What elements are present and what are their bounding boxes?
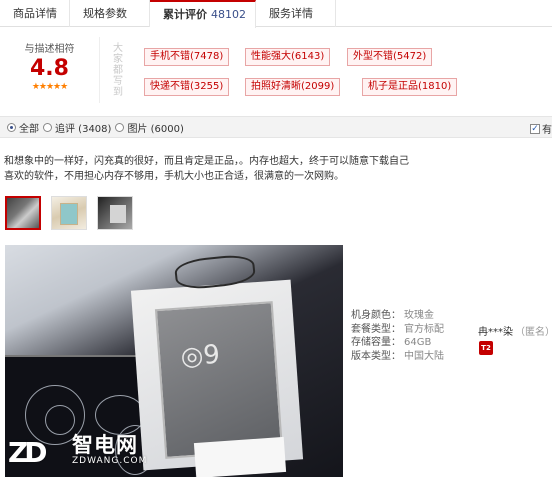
review-tag[interactable]: 拍照好清晰(2099): [245, 78, 341, 96]
star-rating-icon: ★★★★★: [31, 82, 68, 92]
sku-key: 存储容量：: [351, 337, 401, 348]
sku-key: 套餐类型：: [351, 323, 401, 335]
sku-key: 版本类型：: [351, 350, 401, 362]
review-content: 和想象中的一样好，闪充真的很好，而且肯定是正品，。内存也超大，终于可以随意下载自…: [4, 154, 544, 184]
tab-reviews[interactable]: 累计评价 48102: [150, 0, 256, 28]
filter-all-label: 全部: [19, 124, 39, 135]
phone-logo-icon: ◎9: [179, 339, 221, 373]
review-photo-thumbnail[interactable]: [97, 196, 133, 230]
filter-images[interactable]: 图片 (6000): [115, 120, 184, 135]
filter-images-label: 图片 (6000): [127, 124, 184, 135]
member-level-badge-icon: T2: [479, 341, 493, 355]
zd-logo-icon: ZD: [8, 434, 66, 469]
reviewer-nick: 冉***染: [478, 327, 513, 338]
review-tag[interactable]: 快递不错(3255): [144, 78, 230, 96]
sku-row: 套餐类型： 官方标配: [351, 323, 444, 337]
rating-panel: 与描述相符 4.8 ★★★★★ 大家都写到 手机不错(7478) 性能强大(61…: [0, 37, 552, 107]
score-box: 与描述相符 4.8 ★★★★★: [0, 37, 100, 103]
zd-logo-text: ZD: [8, 436, 47, 469]
review-line: 和想象中的一样好，闪充真的很好，而且肯定是正品，。内存也超大，终于可以随意下载自…: [4, 156, 409, 167]
review-photo-thumbnail[interactable]: [51, 196, 87, 230]
watermark-text: 智电网 ZDWANG.COM: [72, 434, 147, 466]
watermark-cn: 智电网: [72, 433, 138, 457]
review-photo-thumbnail[interactable]: [5, 196, 41, 230]
review-tag[interactable]: 手机不错(7478): [144, 48, 230, 66]
tab-specs[interactable]: 规格参数: [70, 0, 150, 27]
checkbox-checked-icon[interactable]: ✓: [530, 123, 540, 134]
sku-key: 机身颜色：: [351, 310, 401, 321]
detail-tabs: 商品详情 规格参数 累计评价 48102 服务详情: [0, 0, 552, 28]
review-tag[interactable]: 性能强大(6143): [245, 48, 331, 66]
tab-reviews-count: 48102: [211, 8, 246, 21]
sku-info: 机身颜色： 玫瑰金 套餐类型： 官方标配 存储容量： 64GB 版本类型： 中国大陆: [351, 309, 444, 363]
site-watermark: ZD 智电网 ZDWANG.COM: [8, 434, 147, 469]
tab-service[interactable]: 服务详情: [256, 0, 336, 27]
radio-selected-icon[interactable]: [7, 123, 16, 132]
score-value: 4.8: [30, 56, 69, 81]
tab-reviews-label: 累计评价: [163, 8, 207, 21]
filter-followup-label: 追评 (3408): [55, 124, 112, 135]
radio-icon[interactable]: [43, 123, 52, 132]
review-tag[interactable]: 外型不错(5472): [347, 48, 433, 66]
review-tag[interactable]: 机子是正品(1810): [362, 78, 458, 96]
filter-followup[interactable]: 追评 (3408): [43, 120, 111, 135]
sku-value: 64GB: [404, 337, 432, 348]
filter-radio-group: 全部 追评 (3408) 图片 (6000): [7, 120, 188, 135]
tab-product-details[interactable]: 商品详情: [0, 0, 70, 27]
sku-value: 官方标配: [404, 323, 444, 335]
filter-all[interactable]: 全部: [7, 120, 39, 135]
radio-icon[interactable]: [115, 123, 125, 132]
checkbox-label: 有: [542, 125, 552, 136]
tags-title: 大家都写到: [113, 43, 123, 98]
review-line: 喜欢的软件，不用担心内存不够用，手机大小也正合适，很满意的一次网购。: [4, 171, 344, 182]
sku-value: 玫瑰金: [404, 310, 434, 321]
sku-row: 机身颜色： 玫瑰金: [351, 309, 444, 323]
review-thumbnails: [5, 196, 143, 230]
content-checkbox[interactable]: ✓ 有: [530, 121, 552, 136]
score-label: 与描述相符: [24, 44, 75, 55]
sku-row: 存储容量： 64GB: [351, 336, 444, 350]
sku-value: 中国大陆: [404, 350, 444, 362]
review-filter-bar: 全部 追评 (3408) 图片 (6000) ✓ 有: [0, 116, 552, 138]
reviewer-anon: （匿名）: [515, 327, 552, 338]
sku-row: 版本类型： 中国大陆: [351, 350, 444, 364]
watermark-en: ZDWANG.COM: [72, 456, 148, 466]
reviewer-name[interactable]: 冉***染 （匿名）: [478, 323, 552, 338]
